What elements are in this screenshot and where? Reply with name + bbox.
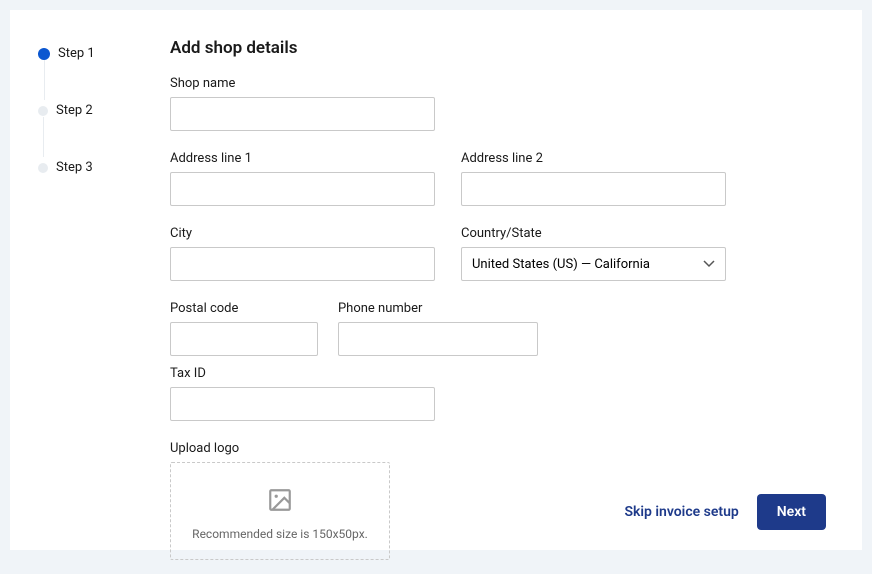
step-connector — [43, 117, 44, 157]
tax-field: Tax ID — [170, 366, 435, 421]
stepper: Step 1 Step 2 Step 3 — [38, 38, 126, 570]
phone-label: Phone number — [338, 301, 538, 316]
logo-label: Upload logo — [170, 441, 390, 456]
skip-button[interactable]: Skip invoice setup — [624, 504, 738, 520]
shop-name-label: Shop name — [170, 76, 435, 91]
phone-field: Phone number — [338, 301, 538, 356]
country-select[interactable]: United States (US) — California — [461, 247, 726, 281]
city-label: City — [170, 226, 435, 241]
form-content: Add shop details Shop name Address line … — [170, 38, 826, 570]
next-button[interactable]: Next — [757, 494, 826, 530]
phone-input[interactable] — [338, 322, 538, 356]
page-title: Add shop details — [170, 38, 826, 58]
address2-input[interactable] — [461, 172, 726, 206]
address1-label: Address line 1 — [170, 151, 435, 166]
country-label: Country/State — [461, 226, 726, 241]
step-dot-icon — [38, 106, 48, 116]
address2-field: Address line 2 — [461, 151, 726, 206]
wizard-footer: Skip invoice setup Next — [624, 494, 826, 530]
postal-field: Postal code — [170, 301, 318, 356]
country-field: Country/State United States (US) — Calif… — [461, 226, 726, 281]
tax-label: Tax ID — [170, 366, 435, 381]
address1-field: Address line 1 — [170, 151, 435, 206]
step-dot-icon — [38, 163, 48, 173]
step-dot-icon — [38, 48, 50, 60]
shop-name-input[interactable] — [170, 97, 435, 131]
step-label: Step 2 — [56, 103, 93, 118]
shop-name-field: Shop name — [170, 76, 435, 131]
postal-label: Postal code — [170, 301, 318, 316]
tax-input[interactable] — [170, 387, 435, 421]
step-1[interactable]: Step 1 — [38, 46, 126, 103]
logo-hint: Recommended size is 150x50px. — [192, 527, 368, 541]
city-input[interactable] — [170, 247, 435, 281]
city-field: City — [170, 226, 435, 281]
logo-upload-dropzone[interactable]: Recommended size is 150x50px. — [170, 462, 390, 560]
step-label: Step 1 — [58, 46, 95, 61]
address1-input[interactable] — [170, 172, 435, 206]
postal-input[interactable] — [170, 322, 318, 356]
step-3[interactable]: Step 3 — [38, 160, 126, 175]
step-label: Step 3 — [56, 160, 93, 175]
logo-field: Upload logo Recommended size is 150x50px… — [170, 441, 390, 560]
step-2[interactable]: Step 2 — [38, 103, 126, 160]
image-icon — [267, 487, 293, 513]
step-connector — [44, 60, 45, 100]
address2-label: Address line 2 — [461, 151, 726, 166]
